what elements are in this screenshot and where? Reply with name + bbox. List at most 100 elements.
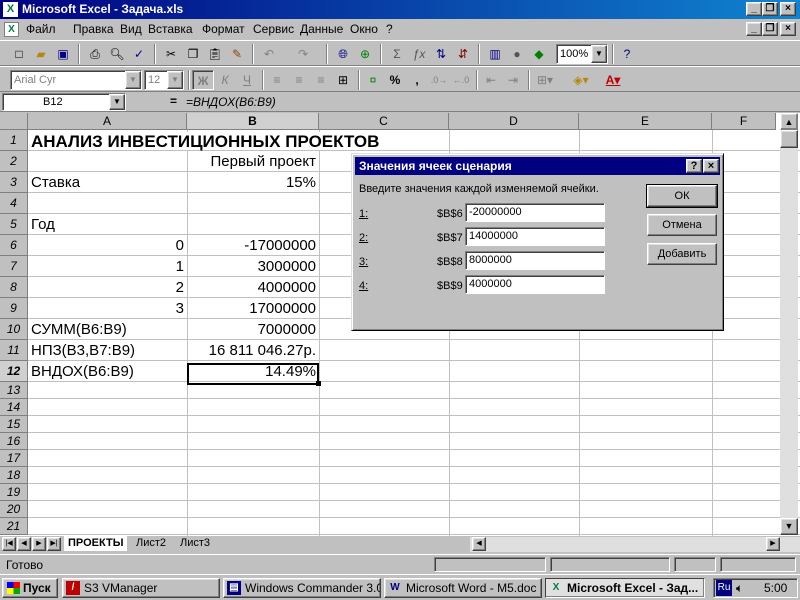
- italic-button[interactable]: К: [214, 70, 236, 90]
- excel-app-icon[interactable]: X: [3, 2, 18, 17]
- cell-b2[interactable]: Первый проект: [187, 153, 319, 170]
- sheet-tab-projects[interactable]: ПРОЕКТЫ: [64, 536, 128, 551]
- row-header[interactable]: 12: [0, 361, 28, 382]
- sort-ascending-icon[interactable]: ⇅: [430, 44, 452, 64]
- web-toolbar-icon[interactable]: ⊕: [354, 44, 376, 64]
- taskbar-item-excel[interactable]: X Microsoft Excel - Зад...: [545, 578, 705, 598]
- speaker-icon[interactable]: 🔈︎: [736, 579, 743, 597]
- row-header[interactable]: 16: [0, 433, 28, 450]
- drawing-icon[interactable]: ◆: [528, 44, 550, 64]
- dialog-help-button[interactable]: ?: [686, 159, 702, 173]
- prev-sheet-icon[interactable]: ◀: [17, 537, 31, 551]
- cell-a7[interactable]: 1: [28, 258, 187, 275]
- spelling-icon[interactable]: ✓: [128, 44, 150, 64]
- scroll-thumb[interactable]: [780, 130, 798, 148]
- chevron-down-icon[interactable]: ▼: [109, 94, 125, 110]
- merge-center-icon[interactable]: ⊞: [332, 70, 354, 90]
- align-left-icon[interactable]: ≡: [266, 70, 288, 90]
- scenario-value-input-b8[interactable]: 8000000: [465, 251, 605, 270]
- autosum-icon[interactable]: Σ: [386, 44, 408, 64]
- formula-equals-icon[interactable]: =: [170, 94, 177, 108]
- menu-window[interactable]: Окно: [350, 22, 378, 37]
- row-header[interactable]: 15: [0, 416, 28, 433]
- chart-wizard-icon[interactable]: ▥: [484, 44, 506, 64]
- name-box[interactable]: B12 ▼: [2, 93, 126, 111]
- align-right-icon[interactable]: ≡: [310, 70, 332, 90]
- save-icon[interactable]: ▣: [52, 44, 74, 64]
- new-file-icon[interactable]: □: [8, 44, 30, 64]
- font-select[interactable]: Arial Cyr ▼: [10, 70, 142, 90]
- row-header[interactable]: 17: [0, 450, 28, 467]
- row-header[interactable]: 5: [0, 214, 28, 235]
- menu-help[interactable]: ?: [386, 22, 393, 37]
- menu-insert[interactable]: Вставка: [148, 22, 193, 37]
- cancel-button[interactable]: Отмена: [647, 214, 717, 236]
- increase-decimal-icon[interactable]: .0→: [428, 70, 450, 90]
- fill-color-icon[interactable]: ◈▾: [570, 70, 592, 90]
- function-icon[interactable]: ƒx: [408, 44, 430, 64]
- cell-a1[interactable]: АНАЛИЗ ИНВЕСТИЦИОННЫХ ПРОЕКТОВ: [28, 132, 383, 151]
- cell-b7[interactable]: 3000000: [187, 258, 319, 275]
- restore-button[interactable]: ❐: [762, 2, 778, 16]
- workbook-icon[interactable]: X: [4, 22, 19, 37]
- scenario-value-input-b9[interactable]: 4000000: [465, 275, 605, 294]
- last-sheet-icon[interactable]: ▶|: [47, 537, 61, 551]
- print-preview-icon[interactable]: 🔍︎: [106, 44, 128, 64]
- paste-icon[interactable]: 📋︎: [204, 44, 226, 64]
- office-assistant-icon[interactable]: ?: [616, 44, 638, 64]
- cut-icon[interactable]: ✂: [160, 44, 182, 64]
- increase-indent-icon[interactable]: ⇥: [502, 70, 524, 90]
- row-header[interactable]: 21: [0, 518, 28, 535]
- fill-handle[interactable]: [316, 381, 321, 386]
- next-sheet-icon[interactable]: ▶: [32, 537, 46, 551]
- scenario-value-input-b6[interactable]: -20000000: [465, 203, 605, 222]
- cell-a10[interactable]: СУММ(B6:B9): [28, 321, 130, 338]
- column-header-e[interactable]: E: [579, 113, 712, 130]
- sort-descending-icon[interactable]: ⇵: [452, 44, 474, 64]
- cell-b6[interactable]: -17000000: [187, 237, 319, 254]
- chevron-down-icon[interactable]: ▼: [591, 45, 607, 63]
- row-header[interactable]: 20: [0, 501, 28, 518]
- currency-icon[interactable]: ¤: [362, 70, 384, 90]
- start-button[interactable]: Пуск: [2, 578, 58, 598]
- row-header[interactable]: 11: [0, 340, 28, 361]
- scroll-right-icon[interactable]: ▶: [766, 537, 780, 551]
- menu-tools[interactable]: Сервис: [253, 22, 294, 37]
- column-header-b[interactable]: B: [187, 113, 319, 130]
- font-size-select[interactable]: 12 ▼: [144, 70, 184, 90]
- menu-view[interactable]: Вид: [120, 22, 142, 37]
- menu-format[interactable]: Формат: [202, 22, 245, 37]
- row-header[interactable]: 19: [0, 484, 28, 501]
- taskbar-item-word[interactable]: W Microsoft Word - M5.doc: [384, 578, 542, 598]
- menu-data[interactable]: Данные: [300, 22, 343, 37]
- underline-button[interactable]: Ч: [236, 70, 258, 90]
- taskbar-item-windows-commander[interactable]: ▤ Windows Commander 3.0...: [223, 578, 381, 598]
- sheet-tab-list2[interactable]: Лист2: [132, 536, 170, 551]
- cell-b10[interactable]: 7000000: [187, 321, 319, 338]
- cell-a8[interactable]: 2: [28, 279, 187, 296]
- row-header[interactable]: 3: [0, 172, 28, 193]
- redo-icon[interactable]: ↷: [292, 44, 314, 64]
- cell-b9[interactable]: 17000000: [187, 300, 319, 317]
- window-titlebar[interactable]: X Microsoft Excel - Задача.xls _ ❐ ×: [0, 0, 800, 19]
- row-header[interactable]: 10: [0, 319, 28, 340]
- hyperlink-icon[interactable]: 🌐︎: [332, 44, 354, 64]
- close-button[interactable]: ×: [780, 2, 796, 16]
- row-header[interactable]: 6: [0, 235, 28, 256]
- column-header-d[interactable]: D: [449, 113, 579, 130]
- font-color-icon[interactable]: A▾: [602, 70, 624, 90]
- row-header[interactable]: 14: [0, 399, 28, 416]
- scroll-left-icon[interactable]: ◀: [472, 537, 486, 551]
- cell-b11[interactable]: 16 811 046.27р.: [187, 342, 319, 359]
- cell-a9[interactable]: 3: [28, 300, 187, 317]
- chevron-down-icon[interactable]: ▼: [167, 71, 183, 89]
- menu-edit[interactable]: Правка: [73, 22, 114, 37]
- dialog-titlebar[interactable]: Значения ячеек сценария ? ×: [355, 157, 720, 175]
- horizontal-scrollbar[interactable]: ◀ ▶: [470, 537, 800, 552]
- cell-a5[interactable]: Год: [28, 216, 58, 233]
- vertical-scrollbar[interactable]: [780, 148, 798, 518]
- cell-b3[interactable]: 15%: [187, 174, 319, 191]
- row-header[interactable]: 1: [0, 130, 28, 151]
- chevron-down-icon[interactable]: ▼: [125, 71, 141, 89]
- format-painter-icon[interactable]: ✎: [226, 44, 248, 64]
